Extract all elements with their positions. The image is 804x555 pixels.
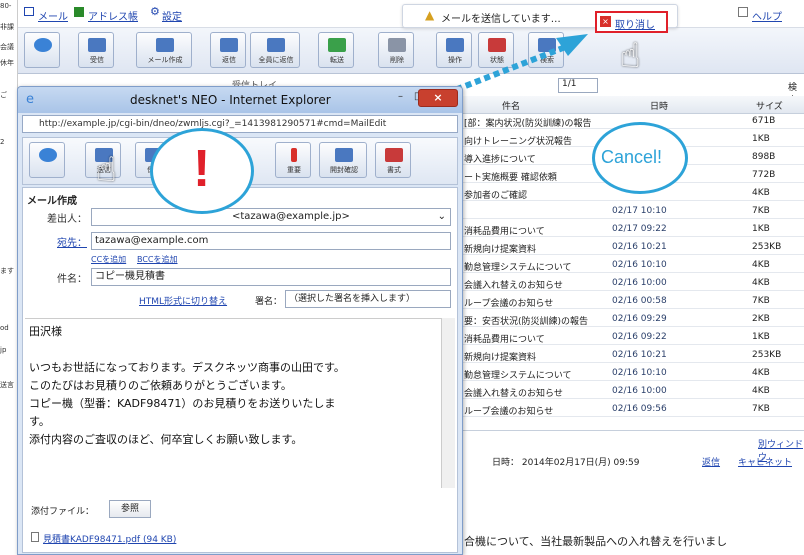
- body-line: す。: [29, 415, 50, 428]
- body-line: 田沢様: [29, 325, 62, 338]
- signature-select[interactable]: （選択した署名を挿入します）: [285, 290, 451, 308]
- body-line: 添付内容のご査収のほど、何卒宜しくお願い致します。: [29, 433, 303, 446]
- warning-callout: !: [150, 128, 254, 214]
- add-bcc-link[interactable]: BCCを追加: [137, 254, 178, 265]
- exclamation-icon: [291, 148, 297, 162]
- file-icon: [31, 532, 39, 542]
- important-button[interactable]: 重要: [275, 142, 311, 178]
- attachment-link[interactable]: 見積書KADF98471.pdf (94 KB): [43, 532, 176, 545]
- browse-button[interactable]: 参照: [109, 500, 151, 518]
- format-icon: [385, 148, 403, 162]
- body-line: コピー機（型番：KADF98471）のお見積りをお送りいたしま: [29, 397, 336, 410]
- body-line: [29, 341, 439, 359]
- popup-home-button[interactable]: [29, 142, 65, 178]
- close-icon: ×: [433, 91, 443, 104]
- body-line: いつもお世話になっております。デスクネッツ商事の山田です。: [29, 361, 345, 374]
- body-scrollbar[interactable]: [441, 318, 455, 488]
- popup-title: desknet's NEO - Internet Explorer: [130, 93, 331, 107]
- pointer-hand-icon: ☝: [96, 150, 117, 190]
- to-label[interactable]: 宛先：: [27, 234, 87, 249]
- arrow-head: [556, 34, 588, 56]
- minimize-icon[interactable]: –: [398, 91, 403, 102]
- subject-field[interactable]: コピー機見積書: [91, 268, 451, 286]
- body-line: このたびはお見積りのご依頼ありがとうございます。: [29, 379, 292, 392]
- subject-label: 件名：: [57, 274, 87, 285]
- cancel-callout-text: Cancel!: [601, 147, 663, 167]
- body-editor[interactable]: 田沢様 いつもお世話になっております。デスクネッツ商事の山田です。 このたびはお…: [25, 318, 443, 488]
- pointer-hand-icon: ☝: [620, 36, 641, 76]
- important-label: 重要: [287, 166, 301, 174]
- address-bar[interactable]: http://example.jp/cgi-bin/dneo/zwmljs.cg…: [22, 115, 458, 133]
- from-label: 差出人：: [47, 214, 87, 225]
- format-label: 書式: [387, 166, 401, 174]
- add-cc-link[interactable]: CCを追加: [91, 254, 126, 265]
- signature-value: （選択した署名を挿入します）: [289, 294, 416, 304]
- html-format-link[interactable]: HTML形式に切り替え: [139, 294, 227, 307]
- format-button[interactable]: 書式: [375, 142, 411, 178]
- chevron-down-icon: ⌄: [437, 211, 446, 222]
- to-field[interactable]: tazawa@example.com: [91, 232, 451, 250]
- attach-label: 添付ファイル：: [31, 507, 95, 517]
- popup-titlebar: e desknet's NEO - Internet Explorer – □ …: [18, 87, 462, 113]
- ie-logo-icon: e: [26, 92, 34, 107]
- read-receipt-button[interactable]: 開封確認: [319, 142, 367, 178]
- compose-heading: メール作成: [27, 196, 77, 207]
- from-select[interactable]: <tazawa@example.jp> ⌄: [91, 208, 451, 226]
- cancel-callout: Cancel!: [592, 122, 688, 194]
- read-receipt-label: 開封確認: [330, 166, 358, 174]
- receipt-icon: [335, 148, 353, 162]
- close-button[interactable]: ×: [418, 89, 458, 107]
- home-icon: [39, 148, 57, 162]
- compose-form: メール作成 差出人： <tazawa@example.jp> ⌄ 宛先： taza…: [22, 187, 458, 553]
- warning-mark: !: [193, 140, 211, 198]
- signature-label: 署名：: [255, 297, 283, 307]
- from-value: <tazawa@example.jp>: [232, 211, 350, 222]
